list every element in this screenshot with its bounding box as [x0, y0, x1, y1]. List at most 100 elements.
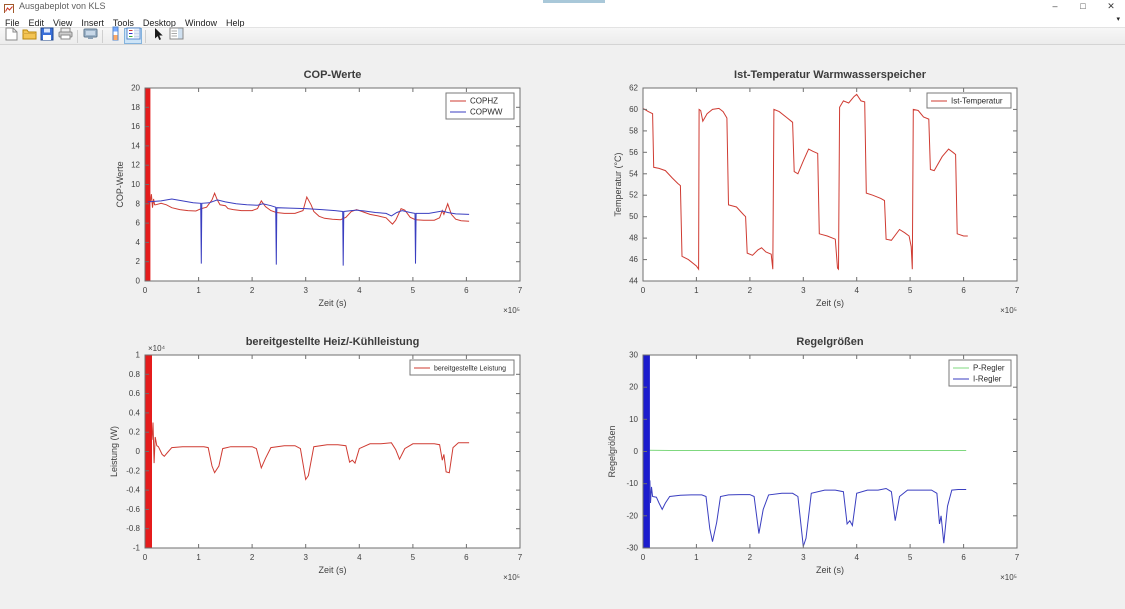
svg-text:I-Regler: I-Regler [973, 375, 1002, 384]
svg-text:1: 1 [136, 351, 141, 360]
svg-text:3: 3 [303, 553, 308, 562]
edit-plot-icon [152, 27, 164, 46]
svg-text:14: 14 [131, 141, 140, 150]
svg-text:6: 6 [961, 553, 966, 562]
menu-bar: FileEditViewInsertToolsDesktopWindowHelp [0, 13, 1125, 27]
svg-text:2: 2 [250, 286, 255, 295]
svg-text:2: 2 [136, 257, 141, 266]
x-axis-exponent: ×10⁵ [1000, 573, 1017, 582]
x-axis-label: Zeit (s) [319, 565, 347, 575]
svg-text:5: 5 [411, 286, 416, 295]
svg-text:4: 4 [357, 286, 362, 295]
svg-text:-0.2: -0.2 [126, 466, 140, 475]
chart-svg-ist-temperatur: 0123456744464850525456586062Ist-Temperat… [568, 53, 1045, 331]
menu-overflow-arrow[interactable]: ▾ [1116, 13, 1120, 27]
chart-svg-leistung: 01234567-1-0.8-0.6-0.4-0.200.20.40.60.81… [70, 320, 548, 598]
toolbar-separator [102, 30, 103, 43]
insert-legend-icon [126, 27, 141, 45]
svg-text:5: 5 [908, 286, 913, 295]
open-file-button[interactable] [20, 28, 38, 44]
toolbar [0, 27, 1125, 45]
print-figure-button[interactable] [56, 28, 74, 44]
svg-text:2: 2 [250, 553, 255, 562]
chart-svg-regelgroessen: 01234567-30-20-100102030RegelgrößenZeit … [568, 320, 1045, 598]
chart-regelgroessen: 01234567-30-20-100102030RegelgrößenZeit … [568, 320, 1045, 603]
link-plot-icon [83, 27, 98, 45]
svg-text:6: 6 [136, 219, 141, 228]
svg-text:4: 4 [854, 286, 859, 295]
svg-text:0: 0 [143, 286, 148, 295]
x-axis-exponent: ×10⁵ [503, 573, 520, 582]
insert-colorbar-button[interactable] [106, 28, 124, 44]
legend[interactable]: Ist-Temperatur [927, 93, 1011, 108]
svg-text:12: 12 [131, 161, 140, 170]
svg-text:4: 4 [136, 238, 141, 247]
svg-text:0: 0 [634, 447, 639, 456]
svg-text:0.2: 0.2 [129, 428, 141, 437]
chart-cop-werte: 0123456702468101214161820COP-WerteZeit (… [70, 53, 548, 336]
svg-text:44: 44 [629, 277, 638, 286]
figure-canvas: 0123456702468101214161820COP-WerteZeit (… [0, 45, 1125, 609]
svg-text:-1: -1 [133, 544, 141, 553]
svg-text:3: 3 [303, 286, 308, 295]
svg-text:5: 5 [411, 553, 416, 562]
svg-text:30: 30 [629, 351, 638, 360]
new-figure-button[interactable] [2, 28, 20, 44]
chart-title: Ist-Temperatur Warmwasserspeicher [734, 69, 927, 81]
plot-background [145, 355, 520, 548]
svg-text:0.6: 0.6 [129, 389, 141, 398]
svg-text:18: 18 [131, 103, 140, 112]
svg-text:56: 56 [629, 148, 638, 157]
open-property-inspector-button[interactable] [167, 28, 185, 44]
svg-text:7: 7 [518, 553, 523, 562]
legend[interactable]: COPHZCOPWW [446, 93, 514, 119]
link-plot-button[interactable] [81, 28, 99, 44]
open-file-icon [22, 27, 37, 45]
svg-text:20: 20 [131, 84, 140, 93]
svg-text:0: 0 [641, 553, 646, 562]
save-figure-button[interactable] [38, 28, 56, 44]
minimize-button[interactable]: – [1041, 0, 1069, 13]
svg-text:7: 7 [1015, 553, 1020, 562]
window-title: Ausgabeplot von KLS [19, 1, 106, 11]
x-axis-label: Zeit (s) [816, 298, 844, 308]
svg-text:0: 0 [143, 553, 148, 562]
matlab-figure-icon [4, 1, 14, 11]
y-axis-label: Temperatur (°C) [613, 152, 623, 216]
svg-text:52: 52 [629, 191, 638, 200]
svg-text:0: 0 [136, 277, 141, 286]
legend[interactable]: bereitgestellte Leistung [410, 360, 514, 375]
window-controls: – □ ✕ [1041, 0, 1125, 13]
svg-text:5: 5 [908, 553, 913, 562]
svg-text:46: 46 [629, 255, 638, 264]
svg-text:-20: -20 [626, 511, 638, 520]
legend[interactable]: P-Regler I-Regler [949, 360, 1011, 386]
chart-leistung: 01234567-1-0.8-0.6-0.4-0.200.20.40.60.81… [70, 320, 548, 603]
x-axis-exponent: ×10⁵ [1000, 306, 1017, 315]
svg-text:20: 20 [629, 383, 638, 392]
toolbar-separator [77, 30, 78, 43]
svg-text:8: 8 [136, 199, 141, 208]
svg-text:10: 10 [629, 415, 638, 424]
svg-text:1: 1 [196, 553, 201, 562]
maximize-button[interactable]: □ [1069, 0, 1097, 13]
edit-plot-button[interactable] [149, 28, 167, 44]
close-button[interactable]: ✕ [1097, 0, 1125, 13]
chart-title: Regelgrößen [796, 336, 864, 348]
insert-colorbar-icon [111, 26, 120, 46]
chart-title: COP-Werte [304, 69, 362, 81]
svg-text:1: 1 [694, 286, 699, 295]
svg-text:62: 62 [629, 84, 638, 93]
svg-text:P-Regler: P-Regler [973, 364, 1005, 373]
y-axis-label: COP-Werte [115, 161, 125, 207]
svg-text:3: 3 [801, 553, 806, 562]
toolbar-separator [145, 30, 146, 43]
new-figure-icon [5, 27, 18, 46]
svg-text:0: 0 [136, 447, 141, 456]
figure-window: Ausgabeplot von KLS – □ ✕ FileEditViewIn… [0, 0, 1125, 609]
svg-text:2: 2 [748, 286, 753, 295]
svg-text:COPWW: COPWW [470, 108, 503, 117]
svg-text:bereitgestellte Leistung: bereitgestellte Leistung [434, 366, 506, 373]
insert-legend-button[interactable] [124, 28, 142, 44]
svg-text:7: 7 [1015, 286, 1020, 295]
